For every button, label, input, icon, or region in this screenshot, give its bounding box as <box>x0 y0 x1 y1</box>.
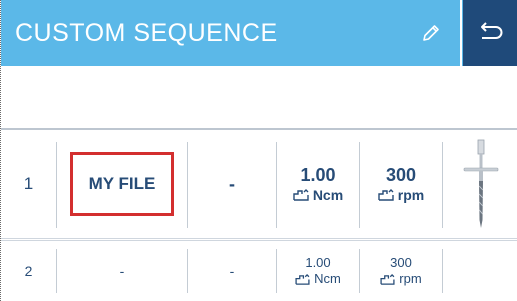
sequence-row-2[interactable]: 2 - - 1.00 Ncm 300 rpm <box>1 240 517 301</box>
torque-unit-group: Ncm <box>293 186 343 204</box>
file-name-cell[interactable]: - <box>57 241 187 301</box>
drill-bit-icon <box>463 139 498 228</box>
undo-arrow-icon <box>480 22 502 39</box>
torque-cell[interactable]: 1.00 Ncm <box>277 130 359 238</box>
speed-value: 300 <box>390 255 412 270</box>
speed-unit: rpm <box>397 187 425 203</box>
step-number: 2 <box>24 263 33 279</box>
program-cell[interactable]: - <box>188 241 276 301</box>
program-value: - <box>229 173 235 194</box>
step-number-cell: 2 <box>1 241 56 301</box>
speed-value: 300 <box>385 165 417 185</box>
edit-button[interactable] <box>403 0 459 66</box>
pencil-icon <box>423 25 439 41</box>
speed-cell[interactable]: 300 rpm <box>360 130 442 238</box>
speed-icon <box>380 273 395 285</box>
program-cell[interactable]: - <box>188 130 276 238</box>
speed-cell[interactable]: 300 rpm <box>360 241 442 301</box>
column-divider <box>442 249 443 293</box>
sequence-row-1[interactable]: 1 MY FILE - 1.00 Ncm 300 rpm <box>1 128 517 239</box>
blank-area <box>1 66 517 128</box>
file-name: - <box>119 263 125 279</box>
speed-unit: rpm <box>399 271 422 286</box>
torque-value: 1.00 <box>305 255 331 270</box>
speed-unit-group: rpm <box>378 186 424 204</box>
tool-cell[interactable] <box>443 130 517 238</box>
back-button[interactable] <box>463 0 517 66</box>
header-divider <box>460 0 462 66</box>
file-name-cell[interactable]: MY FILE <box>57 130 187 238</box>
torque-unit: Ncm <box>312 187 344 203</box>
torque-icon <box>293 189 309 201</box>
header-bar: CUSTOM SEQUENCE <box>1 0 517 66</box>
torque-icon <box>295 273 310 285</box>
program-value: - <box>229 263 235 279</box>
app-frame: CUSTOM SEQUENCE 1 MY FILE - 1.00 Ncm 300… <box>0 0 517 301</box>
speed-unit-group: rpm <box>380 271 422 287</box>
torque-unit: Ncm <box>314 271 341 286</box>
step-number: 1 <box>23 174 34 193</box>
file-name: MY FILE <box>88 174 156 193</box>
torque-value: 1.00 <box>300 165 336 185</box>
torque-cell[interactable]: 1.00 Ncm <box>277 241 359 301</box>
page-title: CUSTOM SEQUENCE <box>15 19 278 47</box>
torque-unit-group: Ncm <box>295 271 341 287</box>
speed-icon <box>378 189 394 201</box>
step-number-cell: 1 <box>1 130 56 238</box>
